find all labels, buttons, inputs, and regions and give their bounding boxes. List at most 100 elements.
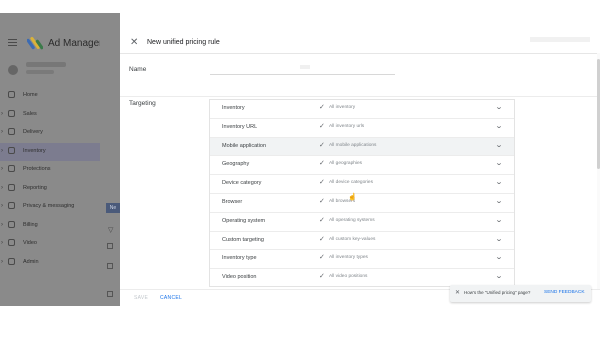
targeting-row-browser[interactable]: Browser ✓ All browsers ⌄ <box>210 194 514 213</box>
sidebar-item-label: Sales <box>23 110 37 117</box>
send-feedback-button[interactable]: SEND FEEDBACK <box>544 290 585 295</box>
check-icon: ✓ <box>319 104 325 111</box>
snackbar-text: How's the "Unified pricing" page? <box>464 290 531 295</box>
sidebar-item-label: Privacy & messaging <box>23 203 75 209</box>
name-field[interactable] <box>210 74 395 75</box>
account-name <box>26 62 66 67</box>
sidebar-item-label: Inventory <box>23 147 46 154</box>
targeting-value: All operating systems <box>329 217 375 223</box>
sidebar-item-label: Reporting <box>23 184 47 191</box>
chevron-down-icon[interactable]: ⌄ <box>495 141 503 149</box>
check-icon: ✓ <box>319 179 325 187</box>
chevron-right-icon: › <box>1 110 3 117</box>
targeting-value: All geographies <box>329 161 363 167</box>
name-row: Name <box>120 54 600 97</box>
check-icon: ✓ <box>319 160 325 168</box>
pricing-rule-panel: ✕ New unified pricing rule Name Targetin… <box>120 13 600 306</box>
chevron-down-icon[interactable]: ⌄ <box>495 272 503 280</box>
chevron-right-icon: › <box>1 166 3 172</box>
targeting-name: Video position <box>222 274 257 281</box>
page-title: New unified pricing rule <box>147 39 220 46</box>
name-hint <box>300 65 310 69</box>
chevron-down-icon[interactable]: ⌄ <box>495 235 503 243</box>
privacy-icon <box>8 202 15 209</box>
targeting-name: Custom targeting <box>222 236 264 243</box>
check-icon: ✓ <box>319 122 325 130</box>
sidebar-item-label: Delivery <box>23 129 43 135</box>
checkbox[interactable] <box>107 291 113 297</box>
targeting-value: All inventory types <box>329 255 368 261</box>
account-id <box>26 70 54 74</box>
chevron-down-icon[interactable]: ⌄ <box>495 103 503 111</box>
check-icon: ✓ <box>319 197 325 205</box>
checkbox[interactable] <box>107 263 113 269</box>
targeting-row-inventory-type[interactable]: Inventory type ✓ All inventory types ⌄ <box>210 250 514 270</box>
targeting-row-geography[interactable]: Geography ✓ All geographies ⌄ <box>210 156 514 176</box>
targeting-value: All device categories <box>329 180 373 186</box>
targeting-name: Device category <box>222 180 262 187</box>
menu-icon[interactable] <box>8 39 17 46</box>
billing-icon <box>8 220 15 228</box>
close-icon[interactable]: ✕ <box>455 289 460 296</box>
targeting-row-device-category[interactable]: Device category ✓ All device categories … <box>210 175 514 194</box>
targeting-name: Inventory type <box>222 255 257 262</box>
avatar <box>8 65 18 75</box>
targeting-name: Geography <box>222 161 250 168</box>
chevron-down-icon[interactable]: ⌄ <box>495 122 503 130</box>
targeting-name: Inventory URL <box>222 123 258 130</box>
ad-manager-logo <box>27 36 43 50</box>
targeting-name: Operating system <box>222 217 266 224</box>
targeting-name: Inventory <box>222 105 245 111</box>
delivery-icon <box>8 128 15 135</box>
check-icon: ✓ <box>319 216 325 224</box>
chevron-right-icon: › <box>1 147 3 154</box>
new-button[interactable]: Ne <box>106 203 120 213</box>
sidebar-item-label: Protections <box>23 166 51 172</box>
home-icon <box>8 91 15 98</box>
sidebar-item-label: Video <box>23 240 37 246</box>
targeting-row-mobile-application[interactable]: Mobile application ✓ All mobile applicat… <box>210 137 514 157</box>
save-button[interactable]: SAVE <box>134 295 148 301</box>
chevron-right-icon: › <box>1 129 3 135</box>
targeting-value: All video positions <box>329 274 368 280</box>
targeting-row-custom-targeting[interactable]: Custom targeting ✓ All custom key-values… <box>210 232 514 251</box>
targeting-value: All custom key-values <box>329 236 376 242</box>
checkbox[interactable] <box>107 243 113 249</box>
chevron-down-icon[interactable]: ⌄ <box>495 159 503 167</box>
check-icon: ✓ <box>319 141 325 149</box>
screen: Ad Manager 360 Home › Sales › Delivery ›… <box>0 13 600 306</box>
cart-icon <box>8 109 15 117</box>
targeting-name: Mobile application <box>222 142 267 149</box>
targeting-row-inventory[interactable]: Inventory ✓ All inventory ⌄ <box>210 100 514 119</box>
check-icon: ✓ <box>319 254 325 262</box>
targeting-list: Inventory ✓ All inventory ⌄ Inventory UR… <box>209 99 515 287</box>
check-icon: ✓ <box>319 235 325 243</box>
admin-icon <box>8 257 15 265</box>
inventory-icon <box>8 146 15 154</box>
sidebar-item-label: Billing <box>23 221 38 228</box>
chevron-down-icon[interactable]: ⌄ <box>495 253 503 261</box>
targeting-label: Targeting <box>129 100 156 107</box>
close-icon[interactable]: ✕ <box>130 37 138 48</box>
chevron-down-icon[interactable]: ⌄ <box>495 216 503 224</box>
chevron-right-icon: › <box>1 203 3 209</box>
chevron-right-icon: › <box>1 240 3 246</box>
chevron-down-icon[interactable]: ⌄ <box>495 178 503 186</box>
feedback-snackbar: ✕ How's the "Unified pricing" page? SEND… <box>450 285 591 302</box>
chevron-right-icon: › <box>1 258 3 265</box>
header-placeholder <box>530 37 590 42</box>
targeting-value: All mobile applications <box>329 142 377 148</box>
targeting-row-operating-system[interactable]: Operating system ✓ All operating systems… <box>210 213 514 232</box>
targeting-row-inventory-url[interactable]: Inventory URL ✓ All inventory urls ⌄ <box>210 119 514 138</box>
check-icon: ✓ <box>319 273 325 281</box>
cancel-button[interactable]: CANCEL <box>160 295 182 301</box>
video-icon <box>8 239 15 246</box>
filter-icon[interactable]: ▽ <box>108 226 113 234</box>
mouse-cursor-icon: ☝ <box>348 194 357 201</box>
sidebar-item-label: Home <box>23 92 38 98</box>
targeting-name: Browser <box>222 198 243 205</box>
chevron-right-icon: › <box>1 184 3 191</box>
sidebar-item-label: Admin <box>23 258 39 265</box>
targeting-value: All inventory urls <box>329 123 365 129</box>
chevron-down-icon[interactable]: ⌄ <box>495 197 503 205</box>
